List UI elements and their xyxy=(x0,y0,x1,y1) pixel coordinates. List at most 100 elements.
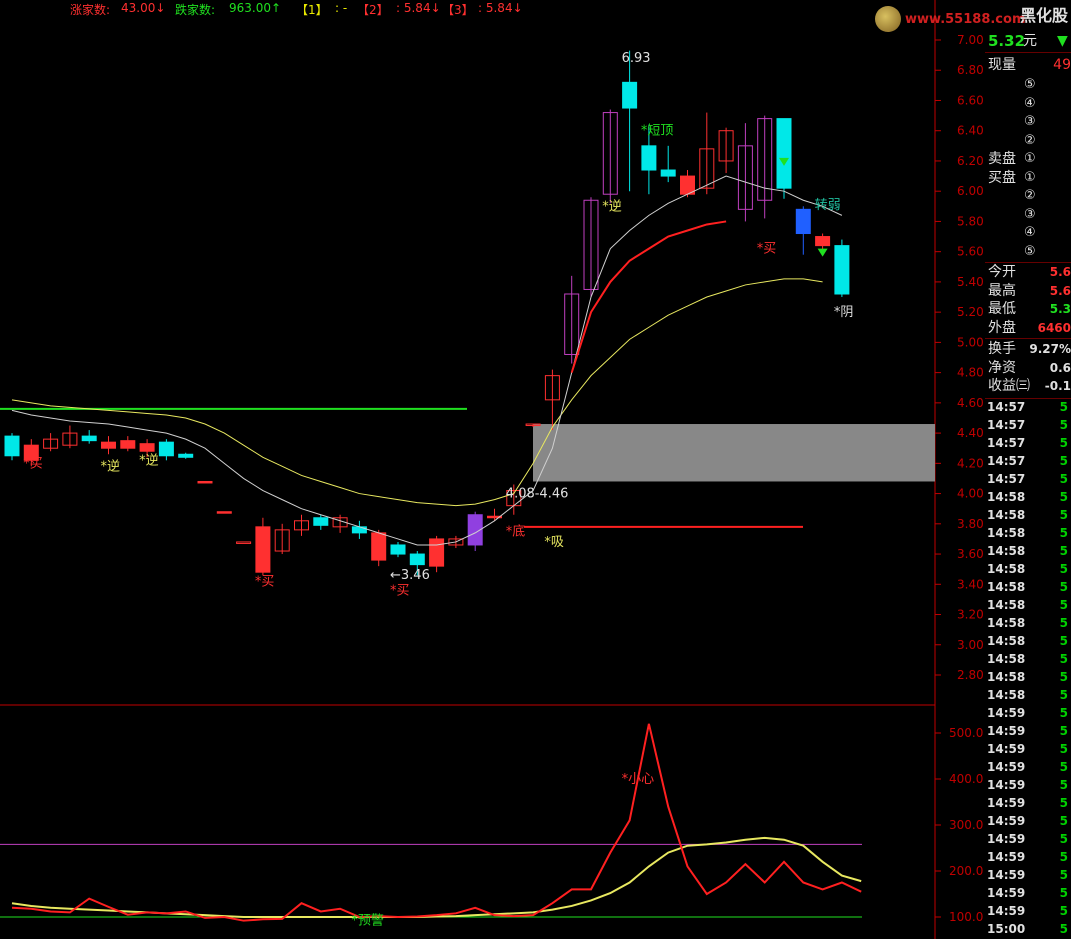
quote-field-label: 今开 xyxy=(988,264,1016,280)
signal-label: ←3.46 xyxy=(390,568,430,583)
tick-row: 14:57 5 xyxy=(987,452,1071,470)
tick-time: 14:59 xyxy=(987,832,1026,846)
down-arrow-icon xyxy=(817,248,828,257)
y-tick-label: 4.80 xyxy=(957,366,984,380)
tick-row: 14:59 5 xyxy=(987,722,1071,740)
rise-count-value: 43.00↓ xyxy=(121,1,166,15)
signal-label: *小心 xyxy=(622,772,655,787)
tick-price: 5 xyxy=(1059,454,1068,468)
tick-price: 5 xyxy=(1059,832,1068,846)
signal-label: *预警 xyxy=(351,913,384,929)
tick-price: 5 xyxy=(1059,778,1068,792)
tick-row: 14:58 5 xyxy=(987,632,1071,650)
tick-row: 14:58 5 xyxy=(987,668,1071,686)
candle-body xyxy=(158,441,174,457)
signal-label: *底 xyxy=(506,523,526,539)
down-arrow-icon: ▼ xyxy=(1057,33,1068,49)
quote-field-row: 净资 0.6 xyxy=(987,359,1071,377)
signal-3-value: : 5.84↓ xyxy=(478,1,523,15)
quote-field-label: 收益㈢ xyxy=(988,378,1030,394)
fall-count-label: 跌家数: xyxy=(175,3,216,17)
tick-price: 5 xyxy=(1059,598,1068,612)
y-tick-label: 2.80 xyxy=(957,668,984,682)
tick-row: 14:58 5 xyxy=(987,506,1071,524)
tick-row: 14:58 5 xyxy=(987,488,1071,506)
tick-price: 5 xyxy=(1059,706,1068,720)
candle-body xyxy=(351,526,367,534)
tick-time: 14:58 xyxy=(987,634,1026,648)
y-tick-label: 300.0 xyxy=(949,818,983,832)
tick-price: 5 xyxy=(1059,814,1068,828)
candle-body xyxy=(236,541,252,544)
signal-label: 6.93 xyxy=(622,51,651,66)
candle-body xyxy=(429,538,445,567)
tick-row: 14:57 5 xyxy=(987,398,1071,416)
candle-body xyxy=(139,443,155,452)
candle-body xyxy=(776,118,792,189)
site-logo[interactable]: www.55188.com xyxy=(873,2,1026,34)
tick-row: 14:59 5 xyxy=(987,866,1071,884)
tick-price: 5 xyxy=(1059,418,1068,432)
quote-field-row: 外盘 6460 xyxy=(987,319,1071,337)
signal-label: *逆 xyxy=(101,458,121,474)
candle-body xyxy=(255,526,271,573)
tick-time: 14:58 xyxy=(987,562,1026,576)
quote-panel: 黑化股 5.32 元 ▼ 现量 49 ⑤ ④ ③ ② 卖盘 ① 买盘 ① ② ③ ④ ⑤ 今开 5.6 最… xyxy=(985,0,1071,939)
level-marker: ⑤ xyxy=(1024,243,1036,259)
y-tick-label: 3.20 xyxy=(957,608,984,622)
candle-body xyxy=(81,435,97,442)
tick-time: 14:58 xyxy=(987,490,1026,504)
y-tick-label: 4.60 xyxy=(957,396,984,410)
tick-price: 5 xyxy=(1059,922,1068,936)
quote-field-label: 最低 xyxy=(988,301,1016,317)
tick-price: 5 xyxy=(1059,724,1068,738)
tick-time: 15:00 xyxy=(987,922,1026,936)
quote-field-row: 最低 5.3 xyxy=(987,300,1071,318)
tick-time: 14:57 xyxy=(987,454,1026,468)
tick-row: 14:59 5 xyxy=(987,830,1071,848)
tick-time: 14:59 xyxy=(987,706,1026,720)
quote-field-row: 换手 9.27% xyxy=(987,340,1071,358)
tick-price: 5 xyxy=(1059,850,1068,864)
tick-price: 5 xyxy=(1059,526,1068,540)
tick-price: 5 xyxy=(1059,436,1068,450)
level-marker: ③ xyxy=(1024,114,1036,129)
candle-body xyxy=(178,453,194,458)
sell-level-4: ④ xyxy=(987,95,1071,113)
ma-white-line xyxy=(11,175,843,546)
tick-price: 5 xyxy=(1059,544,1068,558)
signal-label: *阴 xyxy=(834,305,854,320)
sell-level-5: ⑤ xyxy=(987,76,1071,94)
tick-price: 5 xyxy=(1059,490,1068,504)
candle-body xyxy=(197,480,213,484)
signal-1-tag: 【1】 xyxy=(296,3,328,17)
quote-field-label: 最高 xyxy=(988,282,1016,299)
quote-field-row: 最高 5.6 xyxy=(987,282,1071,300)
signal-1-value: : - xyxy=(335,1,348,15)
tick-row: 14:58 5 xyxy=(987,686,1071,704)
signal-3-tag: 【3】 xyxy=(442,3,474,17)
quote-field-row: 收益㈢ -0.1 xyxy=(987,377,1071,395)
candle-body xyxy=(390,544,406,555)
tick-row: 14:58 5 xyxy=(987,524,1071,542)
quote-field-label: 净资 xyxy=(988,359,1016,376)
buy-level-4: ④ xyxy=(987,224,1071,242)
tick-time: 14:59 xyxy=(987,796,1026,810)
chart-canvas[interactable]: 7.00 6.80 6.60 6.40 6.20 6.00 5.80 5.60 5.40 5.20… xyxy=(0,0,985,939)
signal-label: *逆 xyxy=(602,198,622,214)
y-tick-label: 3.60 xyxy=(957,547,984,561)
tick-price: 5 xyxy=(1059,796,1068,810)
candle-body xyxy=(641,145,657,171)
tick-time: 14:57 xyxy=(987,472,1026,486)
candle-body xyxy=(4,435,20,457)
tick-row: 14:59 5 xyxy=(987,776,1071,794)
y-tick-label: 4.40 xyxy=(957,426,984,440)
quote-field-label: 换手 xyxy=(988,341,1016,357)
tick-price: 5 xyxy=(1059,508,1068,522)
now-volume-label: 现量 xyxy=(988,57,1016,73)
candle-body xyxy=(313,517,329,526)
y-tick-label: 4.00 xyxy=(957,487,984,501)
tick-row: 14:58 5 xyxy=(987,596,1071,614)
tick-row: 14:59 5 xyxy=(987,884,1071,902)
y-tick-label: 400.0 xyxy=(949,772,983,786)
